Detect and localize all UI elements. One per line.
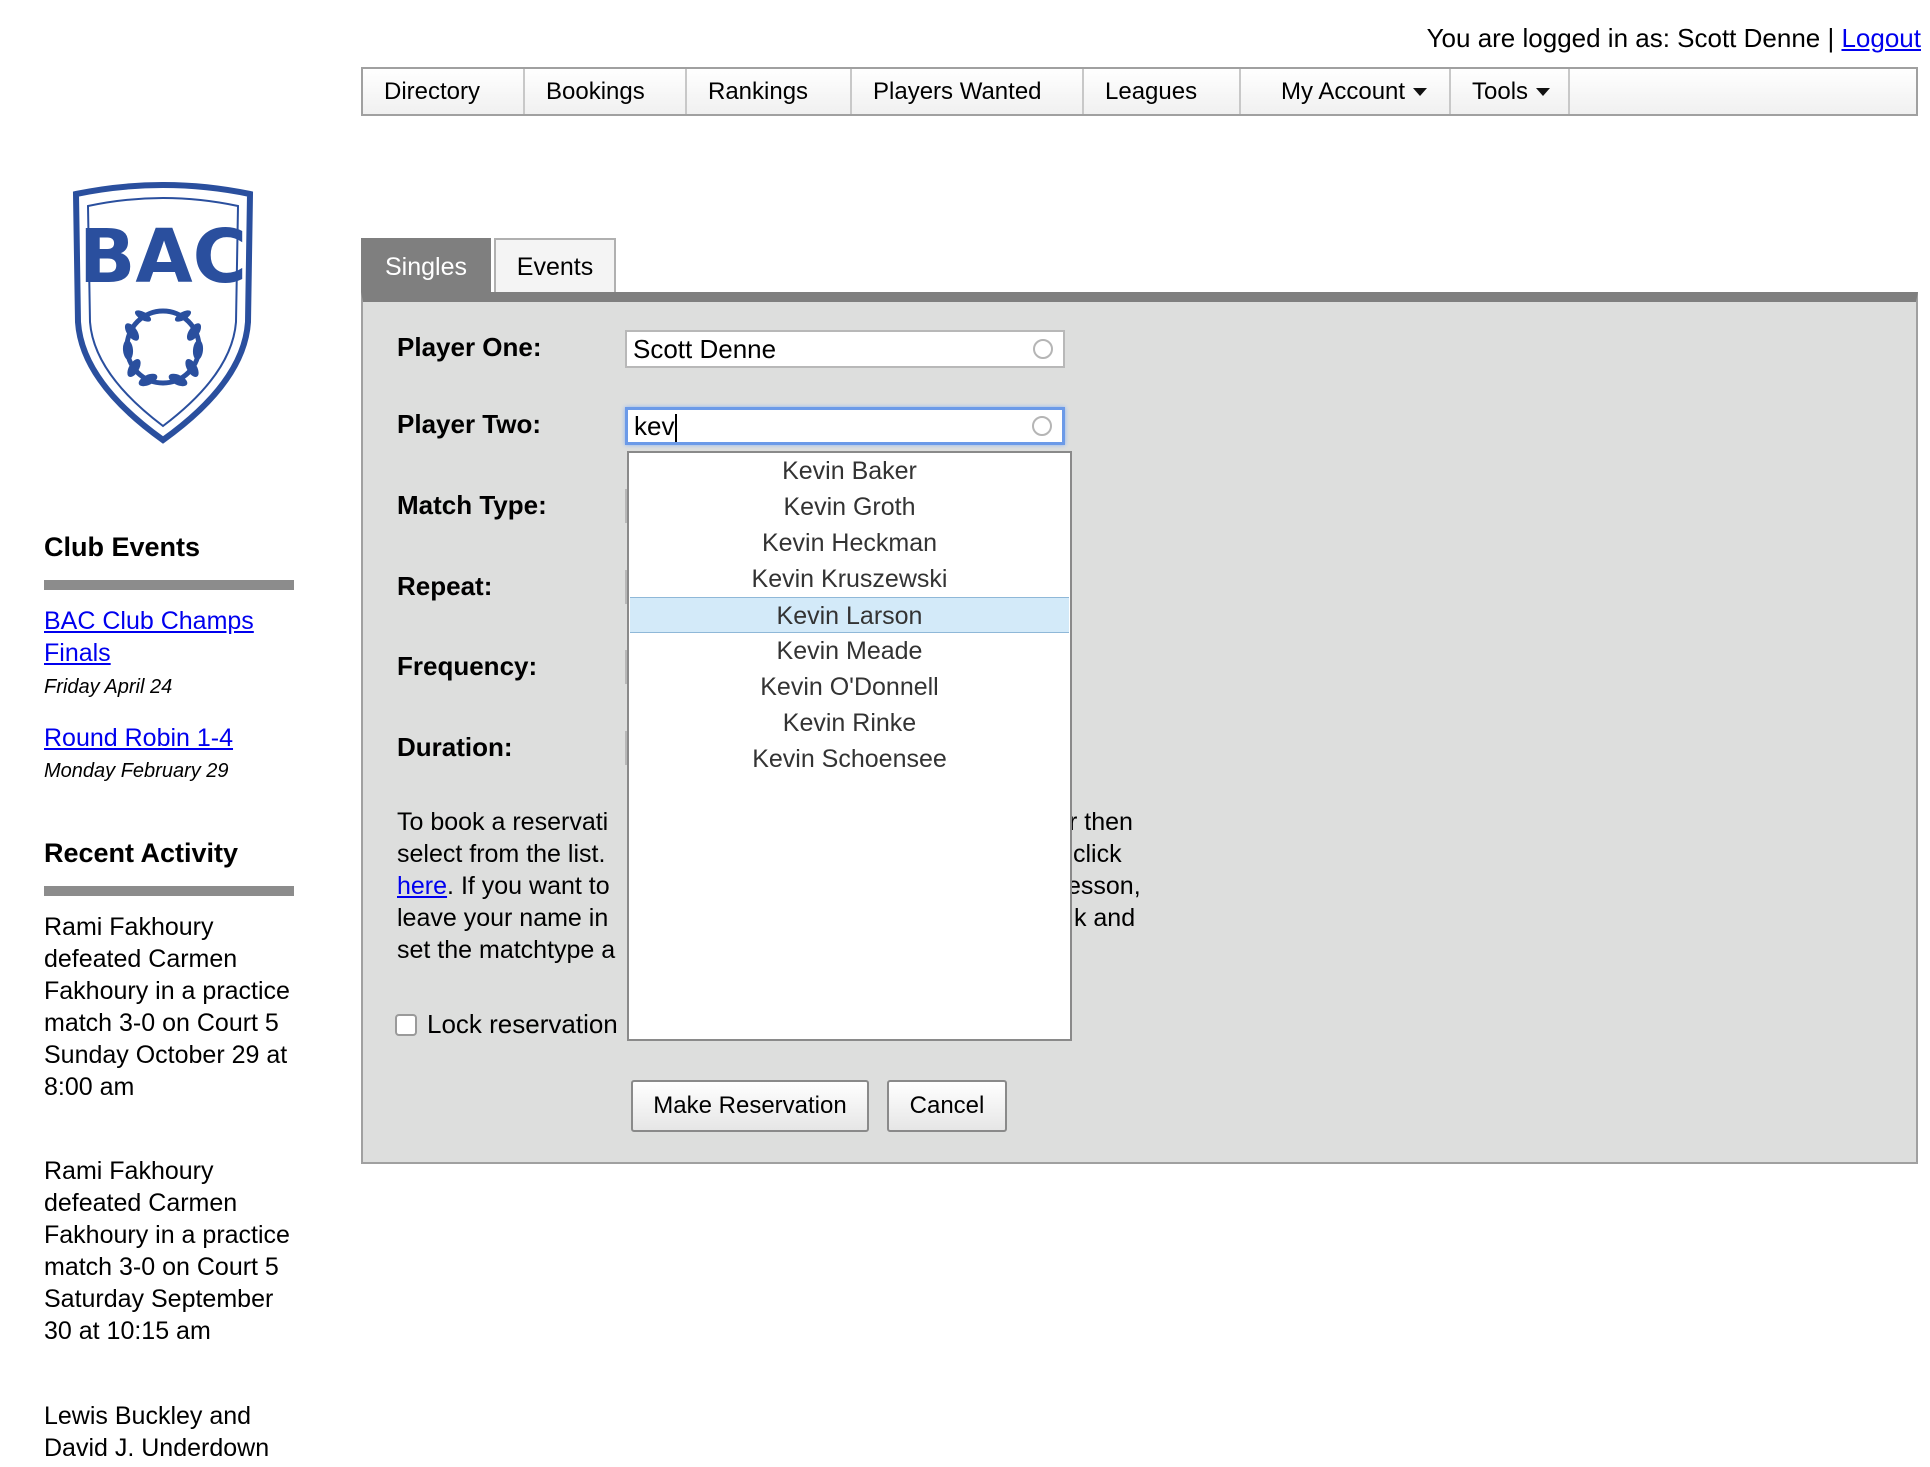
help-line: ık and [1067,904,1136,932]
autocomplete-option-selected[interactable]: Kevin Larson [630,597,1069,633]
nav-rankings[interactable]: Rankings [687,69,852,114]
here-link[interactable]: here [397,872,447,900]
player-one-value: Scott Denne [633,334,777,364]
nav-directory-label: Directory [384,78,481,105]
frequency-label: Frequency: [397,651,538,681]
activity-item: Lewis Buckley and David J. Underdown [44,1402,270,1462]
autocomplete-option[interactable]: Kevin O'Donnell [629,669,1070,705]
nav-my-account[interactable]: My Account [1241,69,1451,114]
lock-checkbox[interactable] [395,1013,417,1036]
autocomplete-option[interactable]: Kevin Baker [629,453,1070,489]
main-nav: Directory Bookings Rankings Players Want… [361,67,1918,116]
repeat-label: Repeat: [397,571,493,601]
nav-tools-label: Tools [1472,78,1529,105]
autocomplete-option[interactable]: Kevin Meade [629,633,1070,669]
duration-label: Duration: [397,732,513,762]
match-type-label: Match Type: [397,490,547,520]
help-line: set the matchtype a [397,936,616,964]
chevron-down-icon [1413,87,1428,96]
make-reservation-button[interactable]: Make Reservation [631,1080,869,1132]
autocomplete-option[interactable]: Kevin Heckman [629,525,1070,561]
player-two-label: Player Two: [397,409,542,439]
recent-activity-title: Recent Activity [44,838,239,868]
nav-directory[interactable]: Directory [363,69,525,114]
player-one-field[interactable]: Scott Denne [625,330,1065,368]
logged-in-text: You are logged in as: Scott Denne | [1426,23,1835,53]
logout-link[interactable]: Logout [1841,23,1921,53]
nav-players-wanted[interactable]: Players Wanted [852,69,1084,114]
club-logo[interactable]: BAC [68,182,258,444]
help-line: r then [1069,808,1133,836]
activity-item: Rami Fakhoury defeated Carmen Fakhoury i… [44,1157,290,1345]
club-events-title: Club Events [44,532,201,562]
help-line: leave your name in [397,904,609,932]
help-line: esson, [1067,872,1141,900]
event-date: Friday April 24 [44,676,173,698]
nav-leagues[interactable]: Leagues [1084,69,1241,114]
autocomplete-option[interactable]: Kevin Kruszewski [629,561,1070,597]
event-link-club-champs[interactable]: BAC Club Champs Finals [44,605,294,669]
player-one-label: Player One: [397,332,542,362]
nav-players-wanted-label: Players Wanted [873,78,1042,105]
nav-tools[interactable]: Tools [1451,69,1570,114]
nav-rankings-label: Rankings [708,78,809,105]
lock-reservation[interactable]: Lock reservation [395,1009,618,1040]
nav-bookings-label: Bookings [546,78,645,105]
event-link-round-robin[interactable]: Round Robin 1-4 [44,722,294,754]
event-date: Monday February 29 [44,760,229,782]
loading-icon [1032,416,1052,436]
clear-icon[interactable] [1033,339,1053,359]
tab-events[interactable]: Events [494,238,616,294]
text-cursor [675,414,678,443]
activity-item: Rami Fakhoury defeated Carmen Fakhoury i… [44,913,290,1101]
player-two-field[interactable]: kev [625,407,1065,445]
lock-label: Lock reservation [427,1009,618,1039]
cancel-button[interactable]: Cancel [887,1080,1007,1132]
player-two-value: kev [634,411,675,441]
nav-bookings[interactable]: Bookings [525,69,687,114]
tab-singles[interactable]: Singles [361,238,491,294]
divider [44,580,294,590]
help-line: click [1073,840,1122,868]
autocomplete-option[interactable]: Kevin Schoensee [629,741,1070,777]
help-line: select from the list. [397,840,606,868]
help-line: To book a reservati [397,808,609,836]
autocomplete-option[interactable]: Kevin Rinke [629,705,1070,741]
logo-text: BAC [79,214,247,300]
page: You are logged in as: Scott Denne | Logo… [0,0,1930,1467]
player-autocomplete-list: Kevin Baker Kevin Groth Kevin Heckman Ke… [627,451,1072,1041]
divider [44,886,294,896]
nav-leagues-label: Leagues [1105,78,1198,105]
autocomplete-option[interactable]: Kevin Groth [629,489,1070,525]
nav-my-account-label: My Account [1281,78,1406,105]
help-line: . If you want to [447,872,610,900]
login-status: You are logged in as: Scott Denne | Logo… [1427,22,1921,54]
chevron-down-icon [1536,87,1551,96]
